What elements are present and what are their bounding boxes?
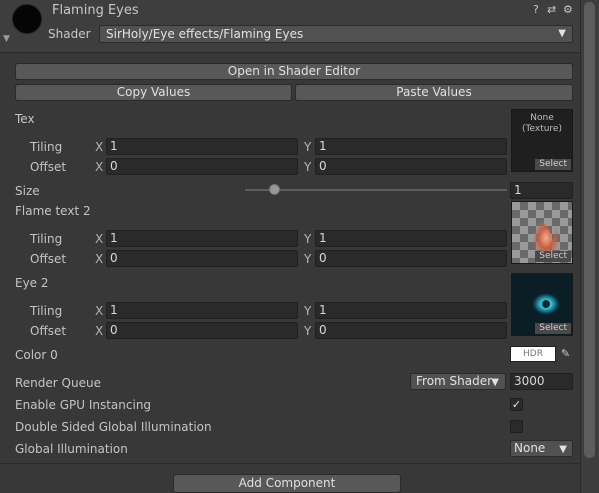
flame-tiling-label: Tiling (30, 232, 63, 246)
flame-offset-x-label: X (95, 252, 104, 266)
gpu-instancing-label: Enable GPU Instancing (15, 398, 152, 412)
tex-offset-y-field[interactable]: 0 (315, 158, 507, 175)
tex-label: Tex (15, 112, 35, 126)
size-slider-track[interactable] (245, 189, 507, 191)
tex-tiling-y-label: Y (304, 140, 312, 154)
tex-tiling-x-label: X (95, 140, 104, 154)
eye-2-label: Eye 2 (15, 276, 49, 290)
eye-offset-y-label: Y (304, 324, 312, 338)
render-queue-mode-dropdown[interactable]: From Shader ▼ (410, 373, 506, 390)
hdr-tag: HDR (523, 349, 543, 359)
global-illumination-dropdown[interactable]: None ▼ (510, 440, 573, 457)
tex-tiling-x-field[interactable]: 1 (106, 138, 298, 155)
presets-icon[interactable]: ⇄ (547, 3, 556, 16)
open-in-shader-editor-button[interactable]: Open in Shader Editor (15, 63, 573, 80)
eye-tiling-y-field[interactable]: 1 (315, 302, 507, 319)
eye-offset-x-field[interactable]: 0 (106, 322, 298, 339)
tex-offset-x-label: X (95, 160, 104, 174)
color-0-swatch[interactable]: HDR (510, 346, 556, 362)
flame-offset-x-field[interactable]: 0 (106, 250, 298, 267)
eye-offset-label: Offset (30, 324, 67, 338)
size-slider-thumb[interactable] (268, 184, 280, 195)
tex-offset-y-label: Y (304, 160, 312, 174)
gpu-instancing-checkbox[interactable]: ✓ (510, 398, 523, 411)
size-label: Size (15, 184, 40, 198)
render-queue-label: Render Queue (15, 376, 101, 390)
settings-icon[interactable]: ⚙ (563, 3, 573, 16)
eye-tiling-x-field[interactable]: 1 (106, 302, 298, 319)
shader-dropdown-value: SirHoly/Eye effects/Flaming Eyes (106, 27, 304, 41)
add-component-button[interactable]: Add Component (173, 474, 401, 493)
tex-offset-label: Offset (30, 160, 67, 174)
material-preview-icon (12, 4, 42, 34)
eye-tiling-y-label: Y (304, 304, 312, 318)
tex-offset-x-field[interactable]: 0 (106, 158, 298, 175)
flame-tiling-y-field[interactable]: 1 (315, 230, 507, 247)
flame-offset-label: Offset (30, 252, 67, 266)
copy-values-button[interactable]: Copy Values (15, 84, 292, 101)
eye-texture-slot[interactable]: Select (511, 273, 573, 336)
flame-select-button[interactable]: Select (535, 251, 571, 262)
size-value-field[interactable]: 1 (510, 182, 573, 199)
tex-tiling-label: Tiling (30, 140, 63, 154)
flame-offset-y-label: Y (304, 252, 312, 266)
global-illumination-label: Global Illumination (15, 442, 128, 456)
paste-values-button[interactable]: Paste Values (295, 84, 573, 101)
global-illumination-value: None (514, 441, 546, 455)
flame-texture-slot[interactable]: Select (511, 201, 573, 264)
tex-tiling-y-field[interactable]: 1 (315, 138, 507, 155)
flame-tiling-y-label: Y (304, 232, 312, 246)
eye-offset-x-label: X (95, 324, 104, 338)
eyedropper-icon[interactable]: ✎ (558, 346, 573, 362)
flame-tiling-x-field[interactable]: 1 (106, 230, 298, 247)
shader-dropdown[interactable]: SirHoly/Eye effects/Flaming Eyes ▼ (99, 25, 573, 43)
material-title: Flaming Eyes (52, 3, 139, 18)
flame-tiling-x-label: X (95, 232, 104, 246)
help-icon[interactable]: ? (533, 3, 539, 16)
render-queue-value-field[interactable]: 3000 (510, 373, 573, 390)
eye-tiling-x-label: X (95, 304, 104, 318)
flame-text-2-label: Flame text 2 (15, 204, 91, 218)
chevron-down-icon: ▼ (559, 444, 567, 455)
chevron-down-icon: ▼ (491, 377, 499, 388)
eye-tiling-label: Tiling (30, 304, 63, 318)
tex-texture-slot[interactable]: None (Texture) Select (511, 109, 573, 172)
tex-select-button[interactable]: Select (535, 159, 571, 170)
color-0-label: Color 0 (15, 348, 58, 362)
tex-slot-text: None (Texture) (522, 113, 562, 134)
double-sided-gi-label: Double Sided Global Illumination (15, 420, 212, 434)
chevron-down-icon: ▼ (558, 28, 566, 39)
scrollbar-thumb[interactable] (584, 2, 595, 458)
foldout-arrow-icon[interactable]: ▼ (3, 34, 10, 44)
shader-label: Shader (48, 27, 91, 41)
flame-offset-y-field[interactable]: 0 (315, 250, 507, 267)
eye-select-button[interactable]: Select (535, 323, 571, 334)
double-sided-gi-checkbox[interactable] (510, 420, 523, 433)
render-queue-mode-value: From Shader (416, 374, 493, 388)
eye-offset-y-field[interactable]: 0 (315, 322, 507, 339)
